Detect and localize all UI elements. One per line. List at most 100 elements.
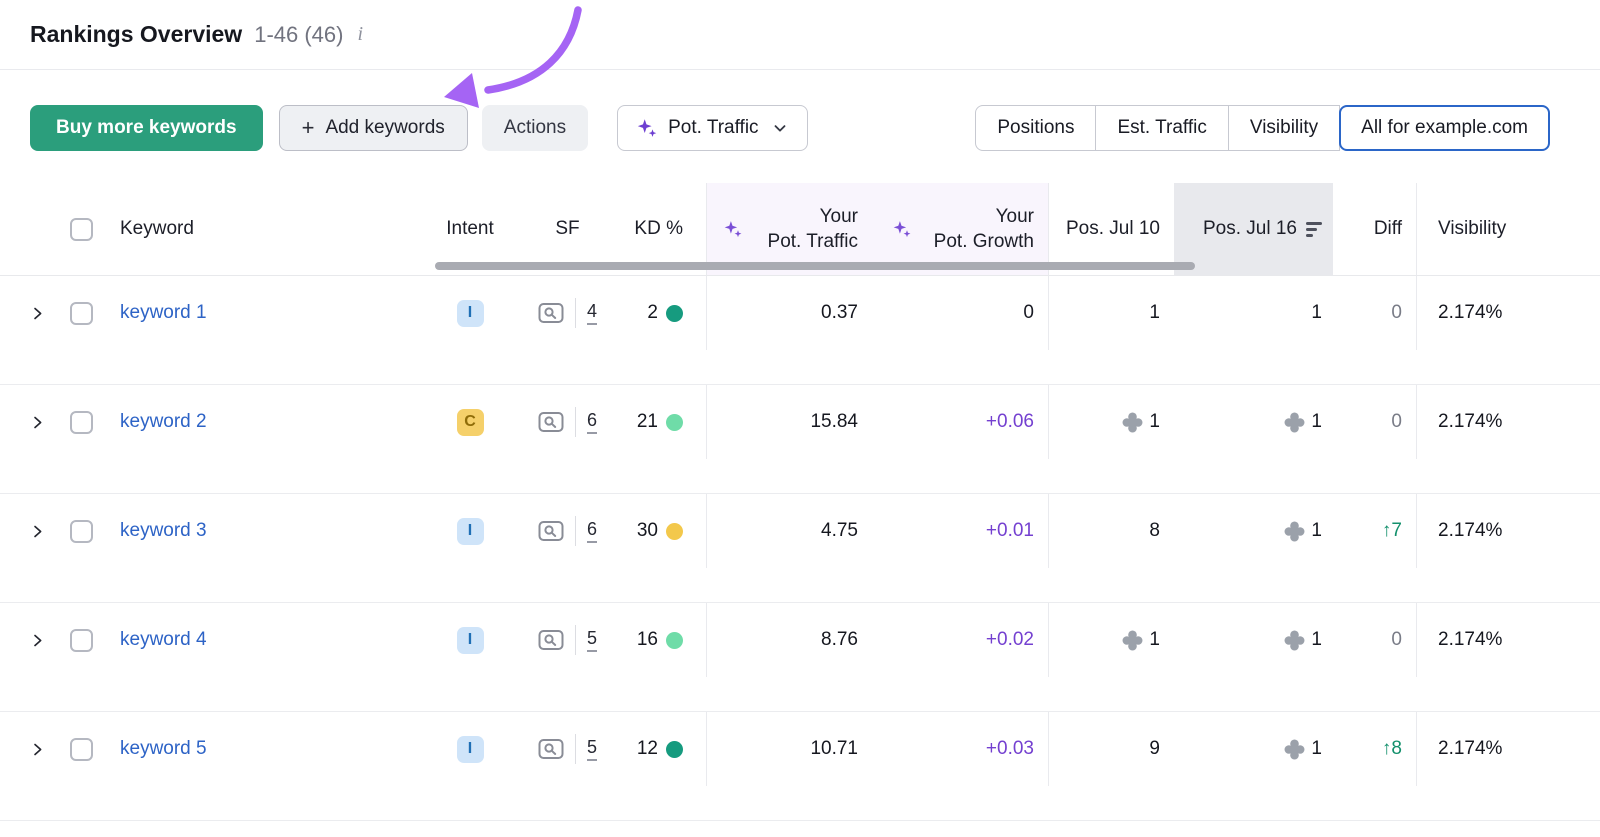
divider xyxy=(575,625,576,655)
kd-difficulty-dot xyxy=(666,414,683,431)
add-keywords-label: Add keywords xyxy=(325,117,444,139)
expand-row-icon[interactable] xyxy=(30,306,45,321)
pos-jul-16-label: Pos. Jul 16 xyxy=(1203,218,1297,240)
intent-badge[interactable]: C xyxy=(457,409,484,436)
serp-feature-position-icon xyxy=(1284,630,1305,651)
tab-visibility[interactable]: Visibility xyxy=(1228,105,1340,151)
serp-features-icon[interactable] xyxy=(538,411,564,433)
diff-value: ↑8 xyxy=(1382,738,1402,760)
column-header-visibility[interactable]: Visibility xyxy=(1416,183,1600,275)
info-icon[interactable]: i xyxy=(357,23,363,46)
expand-row-icon[interactable] xyxy=(30,524,45,539)
serp-feature-position-icon xyxy=(1284,412,1305,433)
expand-row-icon[interactable] xyxy=(30,633,45,648)
serp-features-icon[interactable] xyxy=(538,629,564,651)
keyword-link[interactable]: keyword 2 xyxy=(120,411,207,433)
diff-value: 0 xyxy=(1391,411,1402,433)
pos-jul-10-value: 9 xyxy=(1149,738,1160,760)
add-keywords-button[interactable]: + Add keywords xyxy=(279,105,468,151)
keyword-link[interactable]: keyword 1 xyxy=(120,302,207,324)
tab-all-for-example-com[interactable]: All for example.com xyxy=(1339,105,1550,151)
expand-row-icon[interactable] xyxy=(30,415,45,430)
row-checkbox[interactable] xyxy=(70,738,93,761)
row-checkbox[interactable] xyxy=(70,520,93,543)
expand-row-icon[interactable] xyxy=(30,742,45,757)
kd-value: 12 xyxy=(637,738,658,760)
metric-dropdown-label: Pot. Traffic xyxy=(668,117,758,139)
table-row: keyword 3 I 6 30 4.75 +0.01 8 1 ↑7 xyxy=(0,494,1600,603)
column-header-keyword[interactable]: Keyword xyxy=(106,183,430,275)
sf-count[interactable]: 5 xyxy=(587,628,597,652)
rankings-overview-header: Rankings Overview 1-46 (46) i xyxy=(0,0,1600,70)
divider xyxy=(575,298,576,328)
table-head: Keyword Intent SF KD % Your Pot. Traffic xyxy=(0,183,1600,276)
pot-growth-value: +0.01 xyxy=(986,520,1034,542)
pos-jul-10-value: 1 xyxy=(1149,629,1160,651)
sf-count[interactable]: 5 xyxy=(587,737,597,761)
select-all-checkbox[interactable] xyxy=(70,218,93,241)
ai-sparkle-icon xyxy=(636,117,658,139)
kd-value: 30 xyxy=(637,520,658,542)
pot-growth-line2: Pot. Growth xyxy=(912,229,1034,254)
pot-traffic-line1: Your xyxy=(743,204,858,229)
serp-feature-position-icon xyxy=(1122,412,1143,433)
result-range: 1-46 (46) xyxy=(254,22,343,48)
intent-badge[interactable]: I xyxy=(457,736,484,763)
chevron-down-icon xyxy=(771,119,789,137)
tab-positions[interactable]: Positions xyxy=(975,105,1096,151)
visibility-value: 2.174% xyxy=(1438,738,1502,760)
row-checkbox[interactable] xyxy=(70,629,93,652)
plus-icon: + xyxy=(302,117,315,139)
kd-difficulty-dot xyxy=(666,305,683,322)
kd-difficulty-dot xyxy=(666,741,683,758)
row-checkbox[interactable] xyxy=(70,411,93,434)
pos-jul-10-value: 1 xyxy=(1149,411,1160,433)
actions-button[interactable]: Actions xyxy=(482,105,588,151)
metric-tab-group: Positions Est. Traffic Visibility All fo… xyxy=(975,105,1550,151)
row-checkbox[interactable] xyxy=(70,302,93,325)
intent-badge[interactable]: I xyxy=(457,300,484,327)
pot-traffic-value: 4.75 xyxy=(821,520,858,542)
metric-dropdown[interactable]: Pot. Traffic xyxy=(617,105,807,151)
pot-growth-line1: Your xyxy=(912,204,1034,229)
page-title: Rankings Overview xyxy=(30,21,242,48)
tab-est-traffic[interactable]: Est. Traffic xyxy=(1095,105,1228,151)
pot-traffic-line2: Pot. Traffic xyxy=(743,229,858,254)
keyword-link[interactable]: keyword 5 xyxy=(120,738,207,760)
pos-jul-16-value: 1 xyxy=(1311,302,1322,324)
sf-count[interactable]: 6 xyxy=(587,519,597,543)
pot-traffic-value: 0.37 xyxy=(821,302,858,324)
keyword-link[interactable]: keyword 4 xyxy=(120,629,207,651)
pot-growth-value: +0.06 xyxy=(986,411,1034,433)
sf-count[interactable]: 6 xyxy=(587,410,597,434)
pos-jul-16-value: 1 xyxy=(1311,738,1322,760)
ai-sparkle-icon xyxy=(892,219,912,239)
table-body: keyword 1 I 4 2 0.37 0 1 1 0 2.1 xyxy=(0,276,1600,821)
diff-value: 0 xyxy=(1391,302,1402,324)
intent-badge[interactable]: I xyxy=(457,518,484,545)
kd-difficulty-dot xyxy=(666,523,683,540)
intent-badge[interactable]: I xyxy=(457,627,484,654)
kd-value: 2 xyxy=(647,302,658,324)
kd-difficulty-dot xyxy=(666,632,683,649)
column-header-diff[interactable]: Diff xyxy=(1333,183,1416,275)
horizontal-scrollbar[interactable] xyxy=(435,262,1195,270)
pot-traffic-value: 10.71 xyxy=(810,738,858,760)
visibility-value: 2.174% xyxy=(1438,302,1502,324)
serp-features-icon[interactable] xyxy=(538,302,564,324)
kd-value: 16 xyxy=(637,629,658,651)
pos-jul-16-value: 1 xyxy=(1311,520,1322,542)
divider xyxy=(575,407,576,437)
pot-traffic-value: 15.84 xyxy=(810,411,858,433)
diff-value: 0 xyxy=(1391,629,1402,651)
pos-jul-16-value: 1 xyxy=(1311,411,1322,433)
sort-descending-icon xyxy=(1306,222,1322,237)
table-row: keyword 4 I 5 16 8.76 +0.02 1 1 0 xyxy=(0,603,1600,712)
sf-count[interactable]: 4 xyxy=(587,301,597,325)
keyword-link[interactable]: keyword 3 xyxy=(120,520,207,542)
serp-feature-position-icon xyxy=(1284,521,1305,542)
column-header-pos-jul-16[interactable]: Pos. Jul 16 xyxy=(1174,183,1333,275)
buy-more-keywords-button[interactable]: Buy more keywords xyxy=(30,105,263,151)
serp-features-icon[interactable] xyxy=(538,738,564,760)
serp-features-icon[interactable] xyxy=(538,520,564,542)
